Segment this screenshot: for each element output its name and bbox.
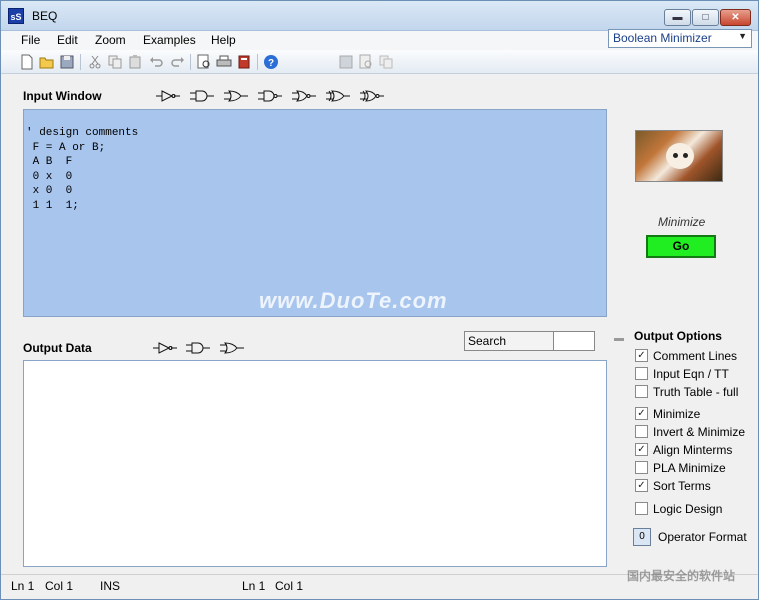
toolbar-separator [257,54,258,70]
panda-face [666,143,694,169]
menu-edit[interactable]: Edit [57,33,78,47]
input-editor[interactable]: ' design comments F = A or B; A B F 0 x … [23,109,607,317]
checkbox[interactable] [635,461,648,474]
title-bar: sS BEQ ▬ □ ✕ [1,1,758,31]
print-preview-icon[interactable] [196,54,212,70]
menu-file[interactable]: File [21,33,40,47]
help-icon[interactable]: ? [263,54,279,70]
or-gate-icon[interactable] [220,342,244,354]
corner-watermark: 国内最安全的软件站 [627,569,736,583]
option-label: Comment Lines [653,349,738,363]
book-icon[interactable] [236,54,252,70]
close-window-button[interactable]: ✕ [720,9,751,26]
code-line: 0 x 0 [26,170,73,183]
menu-examples[interactable]: Examples [143,33,196,47]
app-window: sS BEQ ▬ □ ✕ File Edit Zoom Examples Hel… [0,0,759,600]
svg-text:?: ? [268,58,274,69]
xnor-gate-icon[interactable] [360,90,384,102]
toolbar: ? [1,50,758,74]
option-label: Logic Design [653,502,723,516]
save-icon[interactable] [59,54,75,70]
option-label: Input Eqn / TT [653,367,729,381]
panda-eye [673,153,678,158]
status-insert-mode: INS [100,579,121,593]
undo-icon[interactable] [149,54,165,70]
checkbox[interactable] [635,385,648,398]
minimize-window-button[interactable]: ▬ [664,9,691,26]
menu-zoom[interactable]: Zoom [95,33,126,47]
option-label: Sort Terms [653,479,711,493]
code-line: 1 1 1; [26,199,79,212]
preview-disabled-icon[interactable] [358,54,374,70]
toolbar-separator [80,54,81,70]
operator-format-icon: 0 [633,528,651,546]
output-options-title: Output Options [634,329,722,343]
not-gate-icon[interactable] [156,90,180,102]
toolbar-separator [190,54,191,70]
nor-gate-icon[interactable] [292,90,316,102]
status-output-line: Ln 1 [242,579,266,593]
cut-icon[interactable] [87,54,103,70]
go-button[interactable]: Go [646,235,716,258]
option-label: Align Minterms [653,443,733,457]
red-panda-image [635,130,723,182]
code-line: A B F [26,156,73,168]
redo-icon[interactable] [169,54,185,70]
window-title: BEQ [32,9,58,23]
code-line: x 0 0 [26,185,73,197]
or-gate-icon[interactable] [224,90,248,102]
nand-gate-icon[interactable] [258,90,282,102]
output-data-label: Output Data [23,341,92,355]
not-gate-icon[interactable] [153,342,177,354]
checkbox[interactable]: ✓ [635,479,648,492]
save-disabled-icon[interactable] [338,54,354,70]
code-line: F = A or B; [26,141,106,154]
option-label: Invert & Minimize [653,425,746,439]
search-input[interactable] [554,331,595,351]
checkbox[interactable]: ✓ [635,443,648,456]
status-line: Ln 1 [11,579,35,593]
open-icon[interactable] [39,54,55,70]
new-icon[interactable] [19,54,35,70]
checkbox[interactable] [635,502,648,515]
copy-icon[interactable] [107,54,123,70]
mode-dropdown[interactable]: Boolean Minimizer ▼ [608,29,752,48]
input-window-label: Input Window [23,89,102,103]
minimize-label: Minimize [658,215,706,229]
checkbox[interactable] [635,367,648,380]
app-icon: sS [8,8,24,24]
operator-format-label: Operator Format [658,530,747,544]
status-output-column: Col 1 [275,579,304,593]
option-label: Truth Table - full [653,385,739,399]
output-editor[interactable] [23,360,607,567]
checkbox[interactable] [635,425,648,438]
print-icon[interactable] [216,54,232,70]
collapse-handle-icon[interactable] [614,338,624,341]
option-label: PLA Minimize [653,461,726,475]
code-line: ' design comments [26,127,139,139]
copy-disabled-icon[interactable] [378,54,394,70]
status-column: Col 1 [45,579,74,593]
checkbox[interactable]: ✓ [635,407,648,420]
chevron-down-icon: ▼ [738,31,747,41]
option-label: Minimize [653,407,701,421]
maximize-window-button[interactable]: □ [692,9,719,26]
menu-help[interactable]: Help [211,33,236,47]
paste-icon[interactable] [127,54,143,70]
watermark: www.DuoTe.com [259,288,448,313]
checkbox[interactable]: ✓ [635,349,648,362]
search-button[interactable]: Search [464,331,554,351]
xor-gate-icon[interactable] [326,90,350,102]
and-gate-icon[interactable] [190,90,214,102]
panda-eye [683,153,688,158]
mode-dropdown-value: Boolean Minimizer [613,31,712,45]
and-gate-icon[interactable] [186,342,210,354]
